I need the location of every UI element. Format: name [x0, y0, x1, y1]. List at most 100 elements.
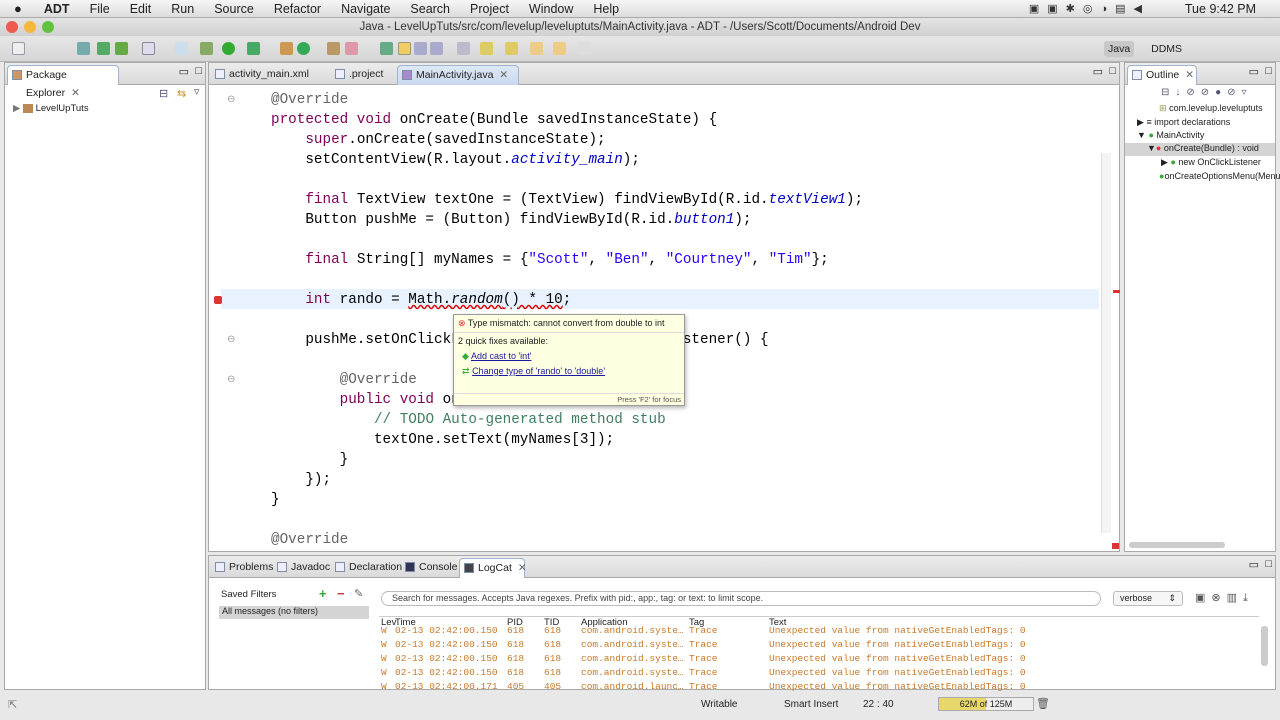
outline-toolbar[interactable]: ⊟↓⊘⊘●⊘▿ [1161, 87, 1253, 98]
fold-icon[interactable]: ⊖ [227, 94, 235, 105]
fix-add-cast-link[interactable]: Add cast to 'int' [471, 351, 531, 361]
log-cell[interactable]: com.android.syste… [581, 667, 684, 679]
log-cell[interactable]: com.android.syste… [581, 625, 684, 637]
tab-logcat[interactable]: LogCat ✕ [459, 558, 527, 578]
zoom-window-button[interactable] [42, 21, 54, 33]
avd-manager-icon[interactable] [115, 42, 128, 55]
log-cell[interactable]: W [381, 653, 387, 665]
expand-arrow-icon[interactable]: ▼ [1137, 130, 1146, 140]
edit-filter-icon[interactable]: ✎ [354, 587, 363, 600]
back-nav-icon[interactable] [553, 42, 566, 55]
tree-item-project[interactable]: ▶ LevelUpTuts [13, 103, 89, 114]
mark-occurrences-icon[interactable] [398, 42, 411, 55]
debug-icon[interactable] [200, 42, 213, 55]
show-whitespace-icon[interactable] [430, 42, 443, 55]
log-cell[interactable]: 618 [544, 625, 561, 637]
menu-refactor[interactable]: Refactor [274, 2, 321, 16]
quickfix-item[interactable]: ◆ Add cast to 'int' [454, 349, 684, 364]
heap-status[interactable]: 62M of 125M [938, 697, 1034, 711]
outline-item-imports[interactable]: ▶ ≡ import declarations [1137, 117, 1230, 128]
toggle-breadcrumb-icon[interactable] [380, 42, 393, 55]
fix-change-type-link[interactable]: Change type of 'rando' to 'double' [472, 366, 605, 376]
code-line[interactable]: @Override [271, 370, 417, 390]
expand-arrow-icon[interactable]: ▶ [13, 103, 20, 114]
tab-activity-main-xml[interactable]: activity_main.xml [211, 65, 331, 85]
log-cell[interactable]: Unexpected value from nativeGetEnabledTa… [769, 639, 1026, 651]
log-cell[interactable]: Unexpected value from nativeGetEnabledTa… [769, 681, 1026, 693]
expand-arrow-icon[interactable]: ▼ [1147, 143, 1156, 153]
menu-run[interactable]: Run [171, 2, 194, 16]
log-cell[interactable]: 618 [507, 625, 524, 637]
minimize-icon[interactable]: ▭ [1249, 65, 1259, 78]
tab-outline[interactable]: Outline ✕ [1127, 65, 1197, 85]
outline-item-oncreateoptionsmenu[interactable]: ●onCreateOptionsMenu(Menu) [1159, 171, 1280, 181]
log-cell[interactable]: 618 [507, 639, 524, 651]
tab-console[interactable]: Console [401, 558, 459, 578]
log-cell[interactable]: Trace [689, 625, 718, 637]
view-menu-icon[interactable]: ▿ [194, 85, 200, 98]
close-window-button[interactable] [6, 21, 18, 33]
perspective-java[interactable]: Java [1104, 41, 1135, 57]
logcat-scrollbar[interactable] [1261, 626, 1268, 666]
log-cell[interactable]: com.android.launc… [581, 681, 684, 693]
log-cell[interactable]: Trace [689, 653, 718, 665]
tab-declaration[interactable]: Declaration [331, 558, 402, 578]
logcat-search-input[interactable]: Search for messages. Accepts Java regexe… [381, 591, 1101, 606]
log-cell[interactable]: 02-13 02:42:00.150 [395, 653, 498, 665]
minimize-icon[interactable]: ▭ [179, 65, 189, 78]
external-tools-icon[interactable] [247, 42, 260, 55]
expand-arrow-icon[interactable]: ▶ [1137, 117, 1144, 127]
log-cell[interactable]: com.android.syste… [581, 653, 684, 665]
log-cell[interactable]: 618 [544, 667, 561, 679]
log-cell[interactable]: Unexpected value from nativeGetEnabledTa… [769, 625, 1026, 637]
log-cell[interactable]: 02-13 02:42:00.150 [395, 667, 498, 679]
maximize-icon[interactable]: □ [1265, 558, 1272, 570]
tab-package-explorer[interactable]: Package Explorer ✕ [7, 65, 119, 99]
menu-source[interactable]: Source [214, 2, 254, 16]
error-overview-marker[interactable] [1113, 290, 1120, 293]
log-cell[interactable]: Unexpected value from nativeGetEnabledTa… [769, 667, 1026, 679]
code-line[interactable]: super.onCreate(savedInstanceState); [271, 130, 605, 150]
garbage-collect-icon[interactable]: 🗑 [1036, 697, 1050, 710]
lint-icon[interactable] [175, 42, 188, 55]
status-tray-icons[interactable]: ▣▣✱◎◑▤◀ [1029, 2, 1150, 15]
code-line[interactable]: protected void onCreate(Bundle savedInst… [271, 110, 717, 130]
tab-mainactivity-java[interactable]: MainActivity.java ✕ [397, 65, 519, 85]
log-cell[interactable]: 02-13 02:42:00.171 [395, 681, 498, 693]
android-sdk-icon[interactable] [97, 42, 110, 55]
code-line[interactable]: @Override [271, 530, 348, 550]
menu-edit[interactable]: Edit [130, 2, 152, 16]
log-cell[interactable]: 618 [507, 653, 524, 665]
filter-all-messages[interactable]: All messages (no filters) [219, 606, 369, 619]
menu-project[interactable]: Project [470, 2, 509, 16]
open-type-icon[interactable] [327, 42, 340, 55]
log-cell[interactable]: 405 [507, 681, 524, 693]
clock[interactable]: Tue 9:42 PM [1185, 2, 1256, 16]
fast-view-icon[interactable]: ⇱ [8, 698, 17, 711]
outline-item-class[interactable]: ▼ ● MainActivity [1137, 130, 1204, 140]
tab-problems[interactable]: Problems [211, 558, 273, 578]
add-filter-icon[interactable]: + [319, 586, 327, 601]
maximize-icon[interactable]: □ [1109, 65, 1116, 77]
log-cell[interactable]: Trace [689, 667, 718, 679]
log-cell[interactable]: 618 [544, 639, 561, 651]
menu-file[interactable]: File [90, 2, 110, 16]
code-line[interactable]: textOne.setText(myNames[3]); [271, 430, 614, 450]
code-line[interactable]: final TextView textOne = (TextView) find… [271, 190, 863, 210]
code-line[interactable]: // TODO Auto-generated method stub [271, 410, 666, 430]
code-line[interactable]: final String[] myNames = {"Scott", "Ben"… [271, 250, 828, 270]
run-icon[interactable] [222, 42, 235, 55]
editor-scrollbar[interactable] [1101, 153, 1111, 533]
log-cell[interactable]: Trace [689, 681, 718, 693]
fold-icon[interactable]: ⊖ [227, 374, 235, 385]
close-icon[interactable]: ✕ [499, 69, 508, 81]
log-cell[interactable]: 405 [544, 681, 561, 693]
minimize-window-button[interactable] [24, 21, 36, 33]
log-cell[interactable]: 02-13 02:42:00.150 [395, 639, 498, 651]
close-icon[interactable]: ✕ [518, 562, 527, 574]
log-cell[interactable]: W [381, 639, 387, 651]
back-icon[interactable] [530, 42, 543, 55]
log-cell[interactable]: com.android.syste… [581, 639, 684, 651]
maximize-icon[interactable]: □ [1265, 65, 1272, 77]
outline-item-listener[interactable]: ▶ ● new OnClickListener [1161, 157, 1261, 168]
